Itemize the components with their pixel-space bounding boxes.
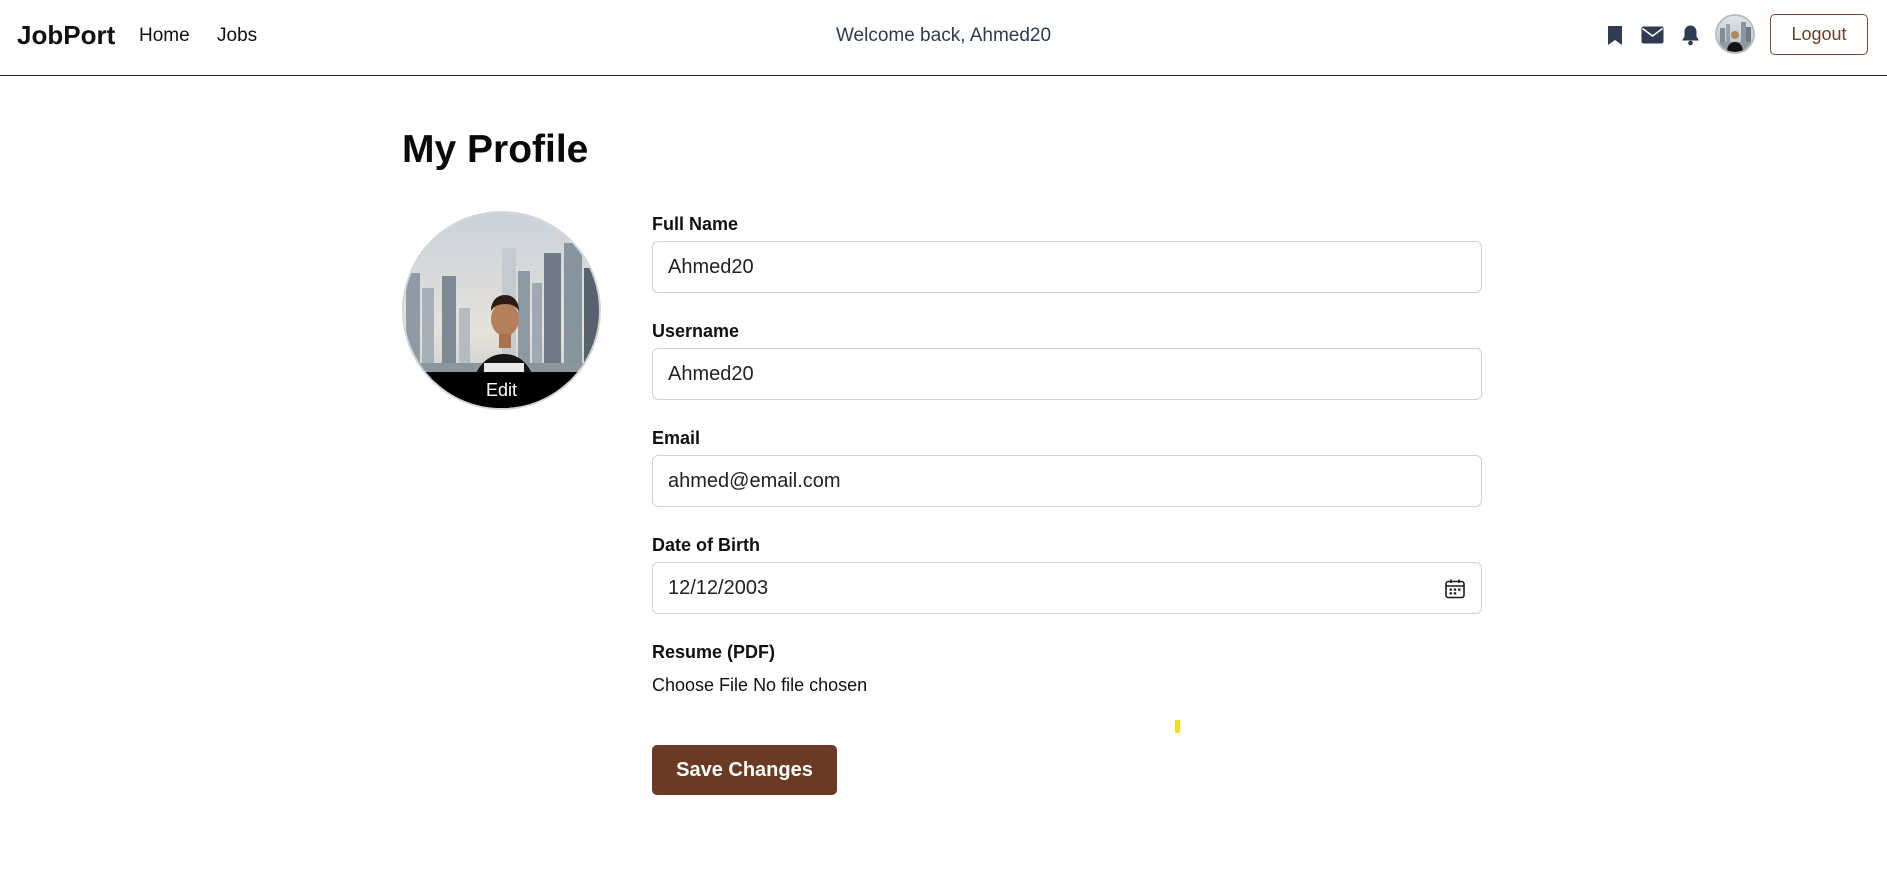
- dob-label: Date of Birth: [652, 535, 760, 555]
- mail-icon[interactable]: [1639, 22, 1665, 48]
- nav-link-home[interactable]: Home: [139, 25, 190, 47]
- full-name-label: Full Name: [652, 214, 739, 234]
- bookmark-icon[interactable]: [1602, 22, 1628, 48]
- save-changes-button[interactable]: Save Changes: [652, 745, 837, 795]
- bell-icon[interactable]: [1677, 22, 1703, 48]
- file-status: No file chosen: [753, 675, 868, 695]
- calendar-icon[interactable]: [1444, 578, 1466, 600]
- resume-file-input[interactable]: Choose File No file chosen: [652, 675, 867, 696]
- resume-label: Resume (PDF): [652, 642, 776, 662]
- edit-photo-button[interactable]: Edit: [404, 372, 599, 408]
- brand-logo[interactable]: JobPort: [17, 20, 115, 51]
- top-navbar: JobPort Home Jobs Welcome back, Ahmed20: [0, 0, 1887, 76]
- dob-input[interactable]: [652, 562, 1482, 614]
- logout-button[interactable]: Logout: [1770, 14, 1868, 55]
- email-label: Email: [652, 428, 701, 448]
- choose-file-button[interactable]: Choose File: [652, 675, 748, 695]
- username-input[interactable]: [652, 348, 1482, 400]
- page-title: My Profile: [402, 128, 589, 171]
- email-input[interactable]: [652, 455, 1482, 507]
- user-avatar[interactable]: [1715, 14, 1755, 54]
- full-name-input[interactable]: [652, 241, 1482, 293]
- profile-picture[interactable]: Edit: [402, 211, 601, 410]
- username-label: Username: [652, 321, 740, 341]
- welcome-message: Welcome back, Ahmed20: [835, 25, 1052, 46]
- text-cursor-marker: [1175, 720, 1180, 733]
- nav-link-jobs[interactable]: Jobs: [217, 25, 257, 47]
